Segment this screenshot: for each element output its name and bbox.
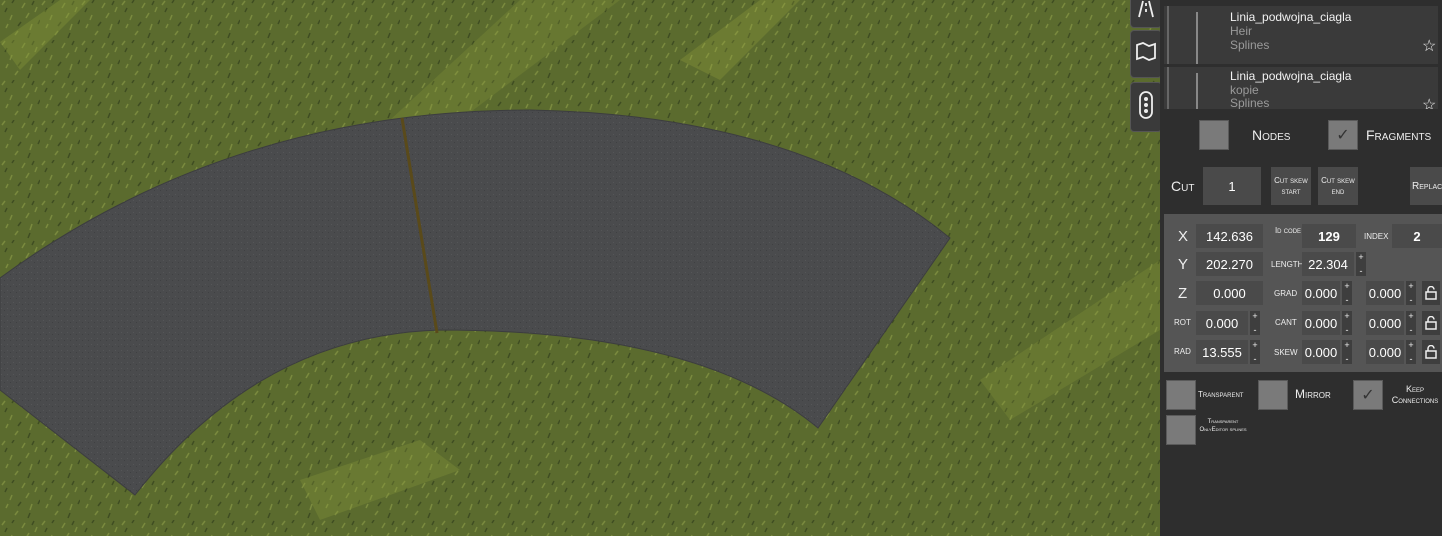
mirror-label: Mirror	[1295, 387, 1331, 401]
skew-start-input[interactable]: 0.000	[1302, 340, 1340, 364]
checkmark-icon: ✓	[1361, 387, 1375, 404]
cant-label: CANT	[1275, 318, 1297, 327]
id-code-label: Id code	[1274, 226, 1302, 235]
traffic-tool-button[interactable]	[1130, 82, 1162, 132]
skew-label: SKEW	[1274, 348, 1298, 357]
rot-stepper[interactable]: + -	[1250, 311, 1260, 335]
checkmark-icon: ✓	[1336, 127, 1350, 144]
transparent-only-editor-label: Transparent OnlyEditor splines	[1199, 419, 1247, 433]
keep-connections-checkbox[interactable]: ✓	[1353, 380, 1383, 410]
grad-lock-icon[interactable]	[1422, 281, 1440, 305]
skew-start-stepper[interactable]: + -	[1342, 340, 1352, 364]
nodes-checkbox[interactable]	[1199, 120, 1229, 150]
grad-end-stepper[interactable]: + -	[1406, 281, 1416, 305]
y-input[interactable]: 202.270	[1196, 252, 1263, 276]
cant-end-stepper[interactable]: + -	[1406, 311, 1416, 335]
cant-start-stepper[interactable]: + -	[1342, 311, 1352, 335]
length-label: LENGTH	[1271, 260, 1304, 269]
traffic-light-icon	[1138, 90, 1154, 124]
list-item-category: Splines	[1230, 96, 1270, 109]
cut-skew-end-button[interactable]: Cut skew end	[1318, 167, 1358, 205]
index-input[interactable]: 2	[1392, 224, 1442, 248]
grad-start-input[interactable]: 0.000	[1302, 281, 1340, 305]
road-tool-button[interactable]	[1130, 0, 1162, 28]
index-label: INDEX	[1364, 232, 1389, 241]
keep-connections-label: Keep Connections	[1391, 384, 1439, 405]
cant-lock-icon[interactable]	[1422, 311, 1440, 335]
replace-button[interactable]: Replac	[1410, 167, 1442, 205]
list-item-subtitle: Heir	[1230, 24, 1253, 38]
list-item-subtitle: kopie	[1230, 83, 1259, 97]
list-item-category: Splines	[1230, 38, 1270, 52]
list-item[interactable]: Linia_podwojna_ciagla Heir Splines ☆	[1164, 6, 1438, 64]
cant-start-input[interactable]: 0.000	[1302, 311, 1340, 335]
x-label: X	[1178, 228, 1189, 245]
list-item-title: Linia_podwojna_ciagla	[1230, 69, 1352, 83]
cant-end-input[interactable]: 0.000	[1366, 311, 1404, 335]
y-label: Y	[1178, 256, 1189, 273]
cut-count-input[interactable]: 1	[1203, 167, 1261, 205]
rot-input[interactable]: 0.000	[1196, 311, 1248, 335]
id-code-input[interactable]: 129	[1302, 224, 1356, 248]
road-icon	[1136, 0, 1156, 24]
map-flag-icon	[1134, 40, 1158, 69]
mirror-checkbox[interactable]	[1258, 380, 1288, 410]
cut-label: Cut	[1171, 178, 1195, 194]
grad-end-input[interactable]: 0.000	[1366, 281, 1404, 305]
list-item-title: Linia_podwojna_ciagla	[1230, 10, 1352, 24]
map-tool-button[interactable]	[1130, 30, 1162, 78]
list-item[interactable]: Linia_podwojna_ciagla kopie Splines ☆	[1164, 67, 1438, 109]
cut-skew-start-button[interactable]: Cut skew start	[1271, 167, 1311, 205]
skew-end-stepper[interactable]: + -	[1406, 340, 1416, 364]
rad-stepper[interactable]: + -	[1250, 340, 1260, 364]
skew-end-input[interactable]: 0.000	[1366, 340, 1404, 364]
grad-label: GRAD	[1274, 289, 1298, 298]
z-label: Z	[1178, 285, 1188, 302]
favorite-star-icon[interactable]: ☆	[1422, 36, 1436, 56]
fragments-label: Fragments	[1366, 127, 1432, 143]
rad-label: RAD	[1174, 347, 1191, 356]
z-input[interactable]: 0.000	[1196, 281, 1263, 305]
length-input[interactable]: 22.304	[1302, 252, 1354, 276]
transparent-only-editor-checkbox[interactable]	[1166, 415, 1196, 445]
grad-start-stepper[interactable]: + -	[1342, 281, 1352, 305]
x-input[interactable]: 142.636	[1196, 224, 1263, 248]
3d-viewport[interactable]	[0, 0, 1160, 536]
scene-canvas	[0, 0, 1160, 536]
nodes-label: Nodes	[1252, 127, 1291, 143]
fragments-checkbox[interactable]: ✓	[1328, 120, 1358, 150]
rot-label: ROT	[1174, 318, 1191, 327]
skew-lock-icon[interactable]	[1422, 340, 1440, 364]
transparent-checkbox[interactable]	[1166, 380, 1196, 410]
favorite-star-icon[interactable]: ☆	[1422, 95, 1436, 109]
rad-input[interactable]: 13.555	[1196, 340, 1248, 364]
length-stepper[interactable]: + -	[1356, 252, 1366, 276]
transparent-label: Transparent	[1198, 390, 1244, 399]
